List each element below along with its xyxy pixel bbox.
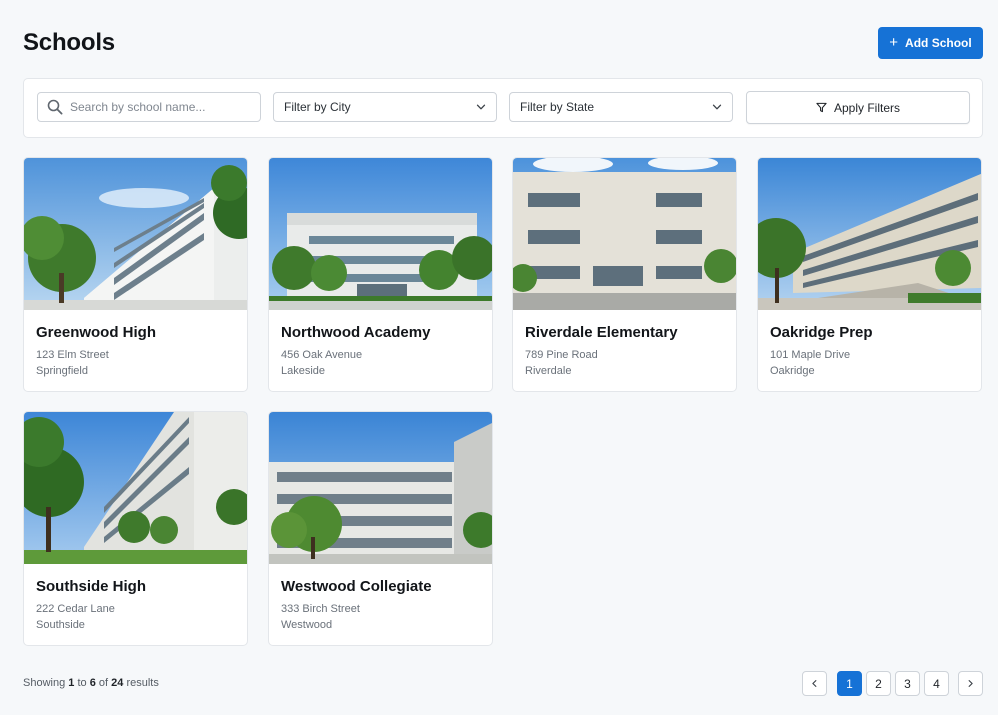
- filter-bar: Filter by City Filter by State Apply Fil…: [23, 78, 983, 138]
- results-to-word: to: [77, 677, 87, 689]
- school-card[interactable]: Westwood Collegiate 333 Birch Street Wes…: [268, 411, 493, 646]
- school-photo: [513, 158, 736, 310]
- school-card[interactable]: Southside High 222 Cedar Lane Southside: [23, 411, 248, 646]
- chevron-right-icon: [968, 680, 973, 687]
- results-from: 1: [68, 677, 75, 689]
- page-header: Schools + Add School: [23, 27, 983, 59]
- chevron-down-icon: [712, 104, 722, 110]
- add-school-button[interactable]: + Add School: [878, 27, 983, 59]
- school-card[interactable]: Oakridge Prep 101 Maple Drive Oakridge: [757, 157, 982, 392]
- school-card[interactable]: Northwood Academy 456 Oak Avenue Lakesid…: [268, 157, 493, 392]
- school-card[interactable]: Riverdale Elementary 789 Pine Road River…: [512, 157, 737, 392]
- chevron-down-icon: [476, 104, 486, 110]
- school-city: Lakeside: [281, 365, 326, 377]
- results-total: 24: [111, 677, 124, 689]
- page-title: Schools: [23, 29, 115, 56]
- next-page-button[interactable]: [958, 671, 983, 696]
- school-address: 333 Birch Street: [281, 603, 360, 615]
- school-city: Springfield: [36, 365, 88, 377]
- school-photo: [758, 158, 981, 310]
- school-address: 789 Pine Road: [525, 349, 598, 361]
- chevron-left-icon: [812, 680, 817, 687]
- school-card[interactable]: Greenwood High 123 Elm Street Springfiel…: [23, 157, 248, 392]
- school-name: Riverdale Elementary: [525, 324, 678, 341]
- school-address: 456 Oak Avenue: [281, 349, 363, 361]
- school-name: Oakridge Prep: [770, 324, 873, 341]
- city-filter-select[interactable]: Filter by City: [273, 92, 497, 122]
- school-name: Westwood Collegiate: [281, 578, 432, 595]
- page-button-1[interactable]: 1: [837, 671, 862, 696]
- school-photo: [24, 412, 247, 564]
- results-footer: Showing 1 to 6 of 24 results 1 2 3 4: [23, 671, 983, 697]
- page-button-4[interactable]: 4: [924, 671, 949, 696]
- school-name: Greenwood High: [36, 324, 156, 341]
- pagination: 1 2 3 4: [802, 671, 983, 696]
- school-city: Southside: [36, 619, 85, 631]
- city-filter-label: Filter by City: [284, 100, 351, 114]
- page-button-3[interactable]: 3: [895, 671, 920, 696]
- results-of-word: of: [98, 677, 109, 689]
- results-prefix: Showing: [23, 677, 66, 689]
- apply-filters-button[interactable]: Apply Filters: [746, 91, 970, 124]
- school-photo: [269, 412, 492, 564]
- school-address: 101 Maple Drive: [770, 349, 851, 361]
- search-box[interactable]: [37, 92, 261, 122]
- school-city: Westwood: [281, 619, 333, 631]
- school-name: Southside High: [36, 578, 146, 595]
- add-school-label: Add School: [905, 36, 972, 50]
- results-suffix: results: [126, 677, 159, 689]
- search-icon: [47, 99, 63, 115]
- school-address: 222 Cedar Lane: [36, 603, 115, 615]
- plus-icon: +: [889, 34, 899, 51]
- search-input[interactable]: [70, 94, 250, 120]
- school-name: Northwood Academy: [281, 324, 431, 341]
- school-address: 123 Elm Street: [36, 349, 109, 361]
- school-city: Riverdale: [525, 365, 572, 377]
- school-photo: [269, 158, 492, 310]
- state-filter-select[interactable]: Filter by State: [509, 92, 733, 122]
- results-to: 6: [89, 677, 96, 689]
- school-photo: [24, 158, 247, 310]
- apply-filters-label: Apply Filters: [833, 100, 901, 115]
- prev-page-button[interactable]: [802, 671, 827, 696]
- results-summary: Showing 1 to 6 of 24 results: [23, 677, 159, 689]
- filter-icon: [816, 102, 827, 113]
- school-city: Oakridge: [770, 365, 815, 377]
- page-button-2[interactable]: 2: [866, 671, 891, 696]
- state-filter-label: Filter by State: [520, 100, 595, 114]
